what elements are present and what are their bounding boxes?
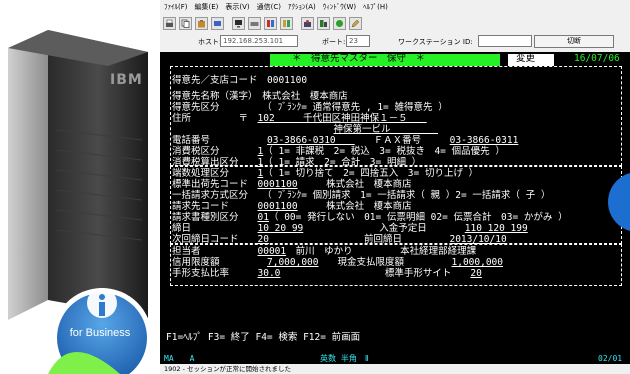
field-label-r3-0: 得意先区分: [172, 102, 258, 113]
field-label-r6-2: ＦＡＸ番号: [354, 135, 450, 146]
terminal-screen[interactable]: CDM340 :3 ＊ 得意先マスター 保守 ＊ 変更 16/07/06 得意先…: [160, 52, 630, 353]
input-field-r16-1[interactable]: 00001: [258, 246, 287, 257]
status-bar: 1902 - セッションが正常に開始されました: [160, 364, 630, 374]
menu-help[interactable]: ﾍﾙﾌﾟ(H): [363, 2, 388, 12]
field-label-r12-0: 請求先コード: [172, 201, 258, 212]
input-field-r14-1[interactable]: 10 20 99: [258, 223, 304, 234]
field-label-r14-2: 入金予定日: [303, 223, 465, 234]
field-label-r4-0: 住所 〒: [172, 113, 258, 124]
disconnect-button[interactable]: 切断: [534, 35, 614, 48]
field-label-r15-0: 次回締日コード: [172, 234, 258, 245]
field-label-r17-0: 信用限度額: [172, 257, 268, 268]
field-label-r16-2: 前川 ゆかり 本社経理部経理課: [286, 246, 477, 257]
field-label-r15-2: 前回締日: [268, 234, 450, 245]
menu-communication[interactable]: 通信(C): [257, 2, 281, 12]
screen-title: ＊ 得意先マスター 保守 ＊: [292, 53, 426, 64]
form-row-r18: 手形支払比率 30.0 標準手形サイト 20: [172, 268, 482, 280]
field-label-r12-2: 株式会社 榎本商店: [297, 201, 412, 212]
field-label-r1-1: 0001100: [267, 75, 308, 86]
field-label-r6-0: 電話番号: [172, 135, 268, 146]
field-label-r2-1: 株式会社 榎本商店: [262, 91, 348, 102]
input-field-r13-1[interactable]: 01: [258, 212, 269, 223]
menu-window[interactable]: ｳｨﾝﾄﾞｳ(W): [323, 2, 356, 12]
transfer-icon[interactable]: [317, 16, 330, 30]
play-macro-icon[interactable]: [280, 16, 293, 30]
menu-view[interactable]: 表示(V): [225, 2, 249, 12]
input-field-r18-3[interactable]: 20: [470, 268, 481, 279]
field-label-r7-2: （ 1= 非課税 2= 税込 3= 税抜き 4= 個品優先 ）: [263, 146, 505, 157]
cursor-position: 02/01: [598, 354, 623, 363]
paste-icon[interactable]: [195, 16, 208, 30]
input-field-r15-1[interactable]: 20: [258, 234, 269, 245]
field-label-r7-0: 消費税区分: [172, 146, 258, 157]
ibm-logo: IBM: [110, 72, 143, 88]
function-key-line: F1=ﾍﾙﾌﾟ F3= 終了 F4= 検索 F12= 前画面: [166, 332, 361, 343]
field-label-r18-2: 標準手形サイト: [280, 268, 471, 279]
for-business-label: for Business: [69, 327, 131, 339]
menu-file[interactable]: ﾌｧｲﾙ(F): [164, 2, 188, 12]
input-field-r10-1[interactable]: 0001100: [258, 179, 298, 190]
server-image: [8, 30, 152, 374]
host-input[interactable]: 192.168.253.101: [220, 35, 298, 47]
status-message: 1902 - セッションが正常に開始されました: [164, 365, 292, 373]
field-label-r13-0: 請求書種別区分: [172, 212, 258, 223]
print-icon[interactable]: [163, 16, 176, 30]
status-left: MA A: [164, 354, 195, 363]
menu-bar: ﾌｧｲﾙ(F) 編集(E) 表示(V) 通信(C) ｱｸｼｮﾝ(A) ｳｨﾝﾄﾞ…: [160, 0, 630, 13]
field-label-r8-2: （ 1= 請求 2= 合計 3= 明細 ）: [263, 157, 422, 168]
product-illustration: IBM for Business: [0, 0, 160, 374]
status-center: 英数 半角 Ⅱ: [320, 354, 369, 363]
keyboard-icon[interactable]: [248, 16, 261, 30]
input-field-r5-1[interactable]: 神保第一ビル: [334, 124, 439, 135]
menu-action[interactable]: ｱｸｼｮﾝ(A): [288, 2, 316, 12]
input-field-r6-3[interactable]: 03-3866-0311: [450, 135, 519, 146]
field-label-r17-2: 現金支払限度額: [318, 257, 452, 268]
input-field-r17-1[interactable]: 7,000,000: [267, 257, 318, 268]
field-label-r11-1: （ ﾌﾞﾗﾝｸ= 個別請求 1= 一括請求（ 親 ）2= 一括請求（ 子 ）: [257, 190, 551, 201]
mode-indicator: 変更: [516, 53, 536, 64]
port-label: ポート:: [322, 38, 346, 46]
field-label-r1-0: 得意先／支店コード: [172, 75, 268, 86]
operator-info-area: MA A 英数 半角 Ⅱ 02/01: [160, 353, 630, 364]
screen-date: 16/07/06: [574, 53, 620, 64]
port-input[interactable]: 23: [346, 35, 370, 47]
input-field-r6-1[interactable]: 03-3866-0310: [267, 135, 355, 146]
input-field-r14-3[interactable]: 110 120 199: [465, 223, 528, 234]
form-row-r1: 得意先／支店コード 0001100: [172, 75, 308, 87]
menu-edit[interactable]: 編集(E): [195, 2, 219, 12]
field-label-r8-0: 消費税算出区分: [172, 157, 258, 168]
field-label-r10-0: 標準出荷先コード: [172, 179, 258, 190]
field-label-r3-1: （ ﾌﾞﾗﾝｸ= 通常得意先 , 1= 雑得意先 ）: [257, 102, 448, 113]
field-label-r5-0: [172, 124, 334, 135]
field-label-r11-0: 一括請求方式区分: [172, 190, 258, 201]
settings-icon[interactable]: [301, 16, 314, 30]
input-field-r15-3[interactable]: 2013/10/10: [449, 234, 506, 245]
toolbar: [160, 14, 630, 32]
field-label-r9-0: 端数処理区分: [172, 168, 258, 179]
input-field-r17-3[interactable]: 1,000,000: [452, 257, 503, 268]
host-label: ホスト:: [198, 38, 222, 46]
send-icon[interactable]: [211, 16, 224, 30]
field-label-r13-2: （ 00= 発行しない 01= 伝票明細 02= 伝票合計 03= かがみ ）: [268, 212, 568, 223]
field-label-r16-0: 担当者: [172, 246, 258, 257]
field-label-r14-0: 締日: [172, 223, 258, 234]
input-field-r4-1[interactable]: 102 千代田区神田神保１－５: [258, 113, 427, 124]
display-icon[interactable]: [232, 16, 245, 30]
input-field-r12-1[interactable]: 0001100: [258, 201, 298, 212]
workstation-id-label: ワークステーション ID:: [398, 38, 473, 46]
field-label-r9-2: （ 1= 切り捨て 2= 四捨五入 3= 切り上げ ）: [263, 168, 479, 179]
field-label-r18-0: 手形支払比率: [172, 268, 258, 279]
connect-icon[interactable]: [333, 16, 346, 30]
edit-icon[interactable]: [349, 16, 362, 30]
program-id: CDM340 :3: [174, 53, 226, 64]
record-macro-icon[interactable]: [264, 16, 277, 30]
connection-bar: ホスト: 192.168.253.101 ポート: 23 ワークステーション I…: [160, 34, 630, 50]
copy-icon[interactable]: [179, 16, 192, 30]
field-label-r10-2: 株式会社 榎本商店: [297, 179, 412, 190]
input-field-r18-1[interactable]: 30.0: [258, 268, 281, 279]
emulator-window: ﾌｧｲﾙ(F) 編集(E) 表示(V) 通信(C) ｱｸｼｮﾝ(A) ｳｨﾝﾄﾞ…: [160, 0, 630, 374]
workstation-id-input[interactable]: [478, 35, 532, 47]
field-label-r2-0: 得意先名称（漢字）: [172, 91, 263, 102]
form-row-r15: 次回締日コード 20 前回締日 2013/10/10: [172, 234, 507, 246]
